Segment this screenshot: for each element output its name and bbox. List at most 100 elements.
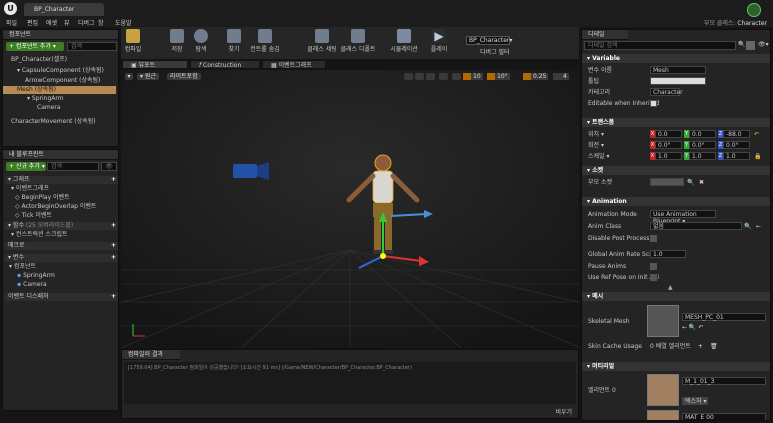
scale-x-input[interactable]: 1.0 bbox=[655, 152, 682, 160]
tab-viewport[interactable]: ▣ 뷰포트 bbox=[122, 60, 188, 69]
scale-z-input[interactable]: 1.0 bbox=[723, 152, 750, 160]
rotation-snap-icon[interactable] bbox=[487, 73, 495, 80]
components-category[interactable]: ▾ 컴포넌트 bbox=[9, 263, 36, 271]
material0-dropdown[interactable]: M_1_01_3 bbox=[682, 377, 766, 385]
rotation-z-input[interactable]: 0.0° bbox=[723, 141, 750, 149]
hide-unrelated-button[interactable]: 컨트롤 숨김 bbox=[247, 29, 283, 53]
section-macros[interactable]: 매크로 + bbox=[5, 242, 118, 250]
clear-socket-icon[interactable]: ✖ bbox=[699, 178, 704, 187]
document-tab[interactable]: BP_Character bbox=[24, 3, 104, 16]
add-component-button[interactable]: + 컴포넌트 추가 ▾ bbox=[6, 42, 64, 51]
source-control-icon[interactable] bbox=[747, 3, 761, 17]
scale-snap-value[interactable]: 0.25 bbox=[531, 73, 549, 80]
compile-button[interactable]: 컴파일 bbox=[120, 29, 146, 53]
event-graph-item[interactable]: ▾ 이벤트그래프 bbox=[11, 185, 49, 193]
tooltip-input[interactable] bbox=[650, 77, 706, 85]
world-space-icon[interactable] bbox=[439, 73, 448, 80]
tree-item-springarm[interactable]: ▾ SpringArm bbox=[27, 95, 64, 103]
parent-socket-input[interactable] bbox=[650, 178, 684, 186]
add-dispatcher-icon[interactable]: + bbox=[111, 293, 116, 301]
tree-item-movement[interactable]: CharacterMovement (상속됨) bbox=[11, 118, 96, 126]
property-matrix-icon[interactable] bbox=[746, 41, 755, 50]
tree-item-camera[interactable]: Camera bbox=[37, 104, 61, 112]
material0-thumbnail[interactable] bbox=[647, 374, 679, 406]
view-options-icon[interactable]: 👁 bbox=[101, 162, 117, 171]
scale-tool-icon[interactable] bbox=[426, 73, 435, 80]
tree-item-self[interactable]: BP_Character(셀프) bbox=[11, 56, 67, 64]
event-item-beginplay[interactable]: ◇ BeginPlay 이벤트 bbox=[15, 194, 70, 202]
debug-filter-dropdown[interactable]: BP_Character▾ bbox=[466, 36, 512, 45]
add-graph-icon[interactable]: + bbox=[111, 176, 116, 184]
event-item-overlap[interactable]: ◇ ActorBeginOverlap 이벤트 bbox=[15, 203, 96, 211]
section-variables[interactable]: ▾ 변수 + bbox=[5, 254, 118, 262]
rotation-x-input[interactable]: 0.0° bbox=[655, 141, 682, 149]
skeletal-mesh-thumbnail[interactable] bbox=[647, 305, 679, 337]
menu-window[interactable]: 창 bbox=[98, 18, 104, 27]
rotate-tool-icon[interactable] bbox=[415, 73, 424, 80]
tree-item-capsule[interactable]: ▾ CapsuleComponent (상속됨) bbox=[17, 67, 104, 75]
anim-class-browse-icon[interactable]: 🔍 bbox=[744, 222, 751, 231]
add-function-icon[interactable]: + bbox=[111, 222, 116, 230]
viewport[interactable]: ▾ ▾ 원근 라이트포함 10 10° 0.25 4 bbox=[121, 70, 579, 348]
details-search-input[interactable]: 디테일 검색 bbox=[584, 41, 736, 50]
menu-debug[interactable]: 디버그 bbox=[78, 18, 95, 27]
camera-speed-value[interactable]: 4 bbox=[561, 73, 569, 80]
add-variable-icon[interactable]: + bbox=[111, 254, 116, 262]
lit-mode-button[interactable]: 라이트포함 bbox=[167, 73, 201, 80]
add-new-button[interactable]: + 신규 추가 ▾ bbox=[6, 162, 46, 171]
anim-class-use-icon[interactable]: ← bbox=[756, 222, 761, 231]
grid-snap-icon[interactable] bbox=[463, 73, 471, 80]
section-dispatchers[interactable]: 이벤트 디스패처 + bbox=[5, 293, 118, 301]
anim-class-dropdown[interactable]: 없음 bbox=[650, 222, 742, 230]
clear-log-button[interactable]: 비우기 bbox=[555, 407, 572, 416]
lock-scale-icon[interactable]: 🔒 bbox=[754, 152, 761, 161]
perspective-button[interactable]: ▾ 원근 bbox=[137, 73, 159, 80]
translate-tool-icon[interactable] bbox=[404, 73, 413, 80]
find-button[interactable]: 찾기 bbox=[221, 29, 247, 53]
section-sockets[interactable]: ▾ 소켓 bbox=[582, 166, 770, 175]
play-button[interactable]: ▶ 플레이 bbox=[426, 29, 452, 53]
viewport-menu-icon[interactable]: ▾ bbox=[125, 73, 133, 80]
tree-item-arrow[interactable]: ArrowComponent (상속됨) bbox=[25, 77, 100, 85]
scale-snap-icon[interactable] bbox=[523, 73, 531, 80]
menu-asset[interactable]: 애셋 bbox=[46, 18, 57, 27]
simulation-button[interactable]: 시뮬레이션 bbox=[388, 29, 420, 53]
mesh-use-icon[interactable]: ← 🔍 ↶ bbox=[682, 324, 703, 331]
delete-elements-icon[interactable]: 🗑 bbox=[710, 342, 718, 351]
browse-button[interactable]: 탐색 bbox=[188, 29, 214, 53]
menu-view[interactable]: 뷰 bbox=[64, 18, 70, 27]
material1-dropdown[interactable]: MAT_E 00 bbox=[682, 413, 766, 420]
event-item-tick[interactable]: ◇ Tick 이벤트 bbox=[15, 212, 52, 220]
variable-item-springarm[interactable]: ⬥ SpringArm bbox=[17, 272, 55, 280]
category-dropdown[interactable]: Character bbox=[650, 88, 683, 96]
disable-post-process-checkbox[interactable] bbox=[650, 235, 657, 242]
location-y-input[interactable]: 0.0 bbox=[689, 130, 716, 138]
section-mesh[interactable]: ▾ 메시 bbox=[582, 292, 770, 301]
menu-help[interactable]: 도움말 bbox=[115, 18, 132, 27]
section-animation[interactable]: ▾ Animation bbox=[582, 197, 770, 206]
save-button[interactable]: 저장 bbox=[164, 29, 190, 53]
rotation-snap-value[interactable]: 10° bbox=[495, 73, 510, 80]
location-x-input[interactable]: 0.0 bbox=[655, 130, 682, 138]
parent-class-value[interactable]: Character bbox=[737, 20, 767, 27]
pause-anims-checkbox[interactable] bbox=[650, 263, 657, 270]
section-functions[interactable]: ▾ 함수 (25 오버라이드블) + bbox=[5, 222, 118, 230]
surface-snap-icon[interactable] bbox=[452, 73, 461, 80]
add-element-icon[interactable]: + bbox=[698, 342, 703, 351]
textures-dropdown[interactable]: 텍스처 ▾ bbox=[682, 397, 708, 405]
tab-construction-script[interactable]: f Construction Script bbox=[190, 60, 260, 78]
advanced-expand-icon[interactable]: ▲ bbox=[668, 284, 673, 291]
editable-inherited-checkbox[interactable] bbox=[650, 100, 657, 107]
variable-name-input[interactable]: Mesh bbox=[650, 66, 706, 74]
components-search-input[interactable]: 검색 bbox=[67, 42, 117, 51]
add-macro-icon[interactable]: + bbox=[111, 242, 116, 250]
variable-item-camera[interactable]: ⬥ Camera bbox=[17, 281, 47, 289]
menu-edit[interactable]: 편집 bbox=[27, 18, 38, 27]
construction-script-item[interactable]: ▾ 컨스트럭션 스크립트 bbox=[11, 231, 68, 239]
section-graphs[interactable]: ▾ 그래프 + bbox=[5, 176, 118, 184]
grid-snap-value[interactable]: 10 bbox=[471, 73, 483, 80]
tree-item-mesh[interactable]: Mesh (상속됨) bbox=[3, 86, 116, 94]
details-view-options-icon[interactable]: 👁▾ bbox=[758, 41, 769, 48]
scale-y-input[interactable]: 1.0 bbox=[689, 152, 716, 160]
menu-file[interactable]: 파일 bbox=[6, 18, 17, 27]
